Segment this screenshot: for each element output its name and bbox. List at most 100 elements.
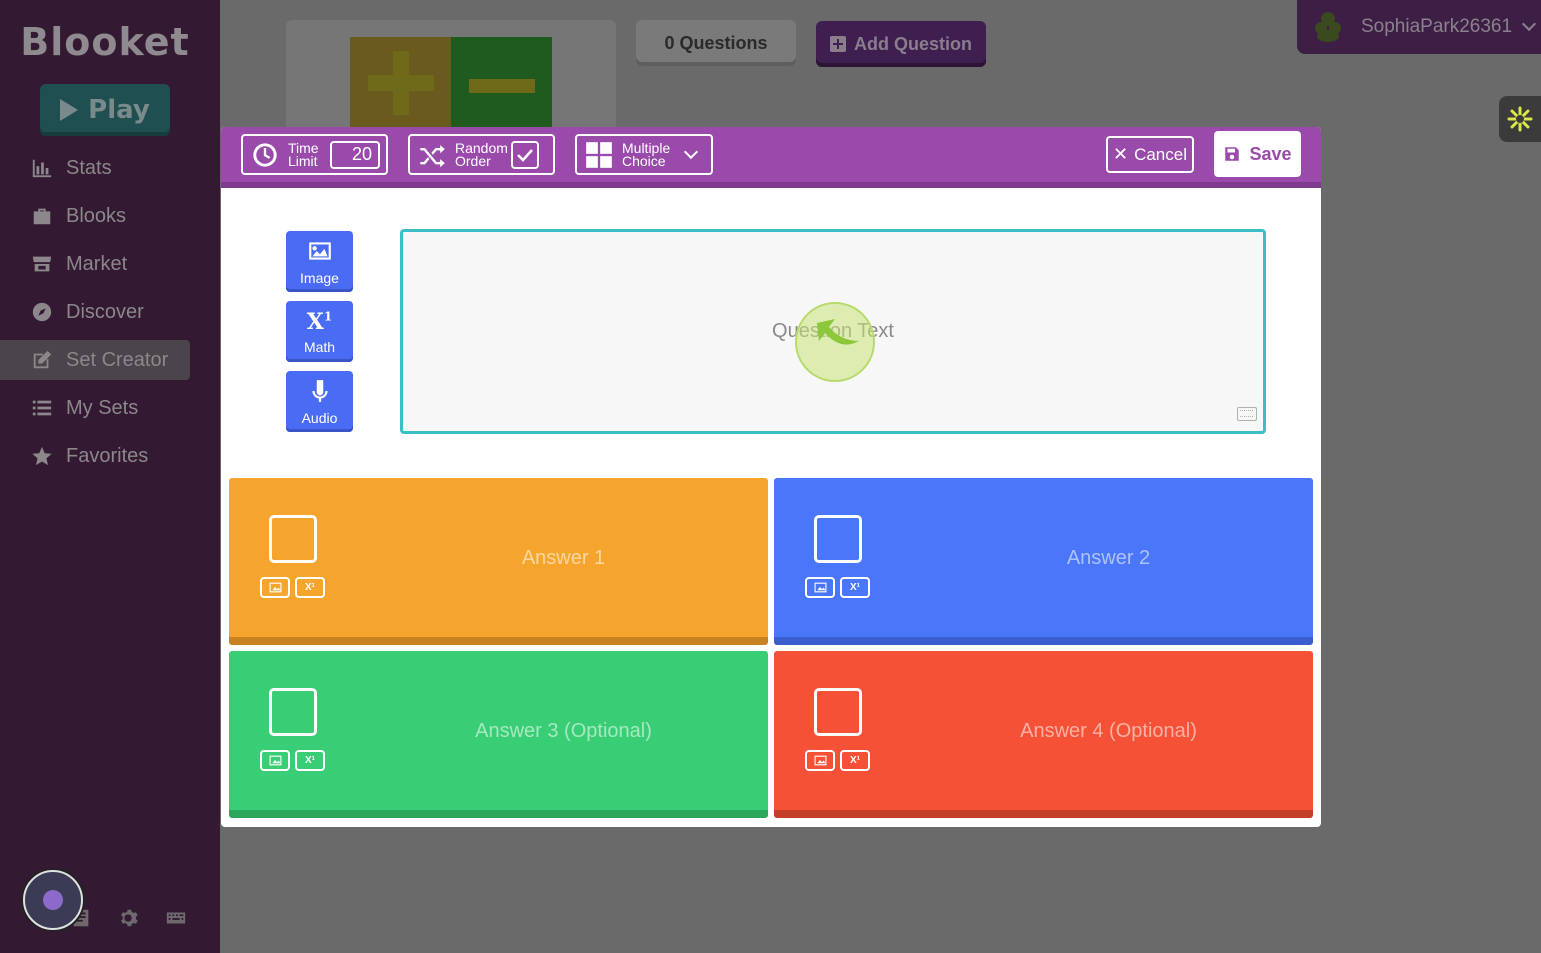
assistant-bubble-button[interactable] [23,870,83,930]
blooket-logo[interactable]: Blooket [0,20,210,64]
avatar [1313,12,1343,42]
briefcase-icon [30,204,54,228]
cancel-button[interactable]: ✕ Cancel [1106,136,1194,173]
question-editor-modal: Time Limit 20 Random Order Multiple Choi… [221,127,1321,827]
edit-icon [30,348,54,372]
answer-input[interactable]: Answer 4 (Optional) [904,651,1313,811]
answer-input[interactable]: Answer 3 (Optional) [359,651,768,811]
assistant-dot-icon [43,890,63,910]
answer-card-3: X¹ Answer 3 (Optional) [229,651,768,818]
correct-answer-checkbox[interactable] [814,688,862,736]
add-math-button[interactable]: X1 Math [286,301,353,362]
tool-label: Math [303,338,336,355]
answer-math-button[interactable]: X¹ [840,750,870,771]
correct-answer-checkbox[interactable] [269,688,317,736]
chevron-down-icon [683,144,699,159]
sidebar: Blooket Play Stats Blooks Market Discove… [0,0,220,953]
add-question-button[interactable]: Add Question [816,21,986,67]
question-type-dropdown[interactable]: Multiple Choice [575,134,713,175]
image-icon [269,755,281,766]
math-icon: X¹ [850,582,860,593]
time-limit-label: Time Limit [288,139,319,169]
keyboard-icon[interactable] [1237,407,1257,421]
answer-image-button[interactable] [260,577,290,598]
cursor-arrow-icon [817,319,859,345]
microphone-icon [311,379,328,402]
answer-image-button[interactable] [260,750,290,771]
image-icon [308,241,331,260]
save-label: Save [1249,143,1292,164]
time-limit-option[interactable]: Time Limit 20 [241,134,388,175]
sidebar-item-favorites[interactable]: Favorites [0,436,220,476]
chevron-down-icon [1522,16,1537,32]
image-icon [814,582,826,593]
play-icon [60,99,79,121]
sidebar-item-discover[interactable]: Discover [0,292,220,332]
sidebar-item-stats[interactable]: Stats [0,148,220,188]
answer-input[interactable]: Answer 2 [904,478,1313,638]
plus-square-icon [830,36,846,52]
user-menu[interactable]: SophiaPark26361 [1297,0,1541,54]
keyboard-icon[interactable] [165,907,189,931]
asterisk-icon [1507,106,1533,132]
add-question-label: Add Question [854,33,972,54]
cancel-label: Cancel [1134,144,1187,164]
random-order-checkbox[interactable] [511,140,539,169]
answer-image-button[interactable] [805,750,835,771]
correct-answer-checkbox[interactable] [814,515,862,563]
sidebar-item-set-creator[interactable]: Set Creator [0,340,190,380]
question-type-label: Multiple Choice [622,139,671,169]
bar-chart-icon [30,156,54,180]
time-limit-input[interactable]: 20 [330,140,380,169]
answer-math-button[interactable]: X¹ [295,750,325,771]
sidebar-item-label: My Sets [66,396,139,419]
play-button[interactable]: Play [40,84,170,136]
answer-math-button[interactable]: X¹ [295,577,325,598]
answer-card-1: X¹ Answer 1 [229,478,768,645]
sidebar-item-label: Market [66,252,128,275]
random-order-option[interactable]: Random Order [408,134,555,175]
sidebar-item-blooks[interactable]: Blooks [0,196,220,236]
random-order-label: Random Order [455,139,508,169]
compass-icon [30,300,54,324]
sidebar-item-label: Blooks [66,204,127,227]
add-audio-button[interactable]: Audio [286,371,353,432]
star-icon [30,444,54,468]
math-icon: X1 [306,308,333,335]
sidebar-nav: Stats Blooks Market Discover Set Creator [0,148,220,484]
sidebar-item-label: Set Creator [66,348,169,371]
answer-image-button[interactable] [805,577,835,598]
modal-toolbar: Time Limit 20 Random Order Multiple Choi… [221,127,1321,188]
answer-card-2: X¹ Answer 2 [774,478,1313,645]
answer-card-4: X¹ Answer 4 (Optional) [774,651,1313,818]
checkmark-icon [517,148,533,162]
grid-icon [584,140,614,170]
math-icon: X¹ [850,755,860,766]
accessibility-widget-button[interactable] [1499,96,1541,142]
correct-answer-checkbox[interactable] [269,515,317,563]
answer-math-button[interactable]: X¹ [840,577,870,598]
list-icon [30,396,54,420]
save-button[interactable]: Save [1214,131,1301,177]
set-cover-card[interactable] [286,20,616,130]
sidebar-item-label: Stats [66,156,112,179]
tool-label: Image [300,269,339,286]
sidebar-item-my-sets[interactable]: My Sets [0,388,220,428]
set-cover-image [350,37,552,130]
sidebar-item-label: Discover [66,300,144,323]
gear-icon[interactable] [117,907,141,931]
math-icon: X¹ [305,755,315,766]
add-image-button[interactable]: Image [286,231,353,292]
sidebar-item-market[interactable]: Market [0,244,220,284]
image-icon [269,582,281,593]
username: SophiaPark26361 [1361,16,1513,37]
image-icon [814,755,826,766]
clock-icon [250,140,280,170]
shuffle-icon [417,140,447,170]
store-icon [30,252,54,276]
close-icon: ✕ [1112,144,1129,164]
tool-label: Audio [301,409,338,426]
answer-input[interactable]: Answer 1 [359,478,768,638]
question-count: 0 Questions [636,20,796,66]
sidebar-item-label: Favorites [66,444,149,467]
